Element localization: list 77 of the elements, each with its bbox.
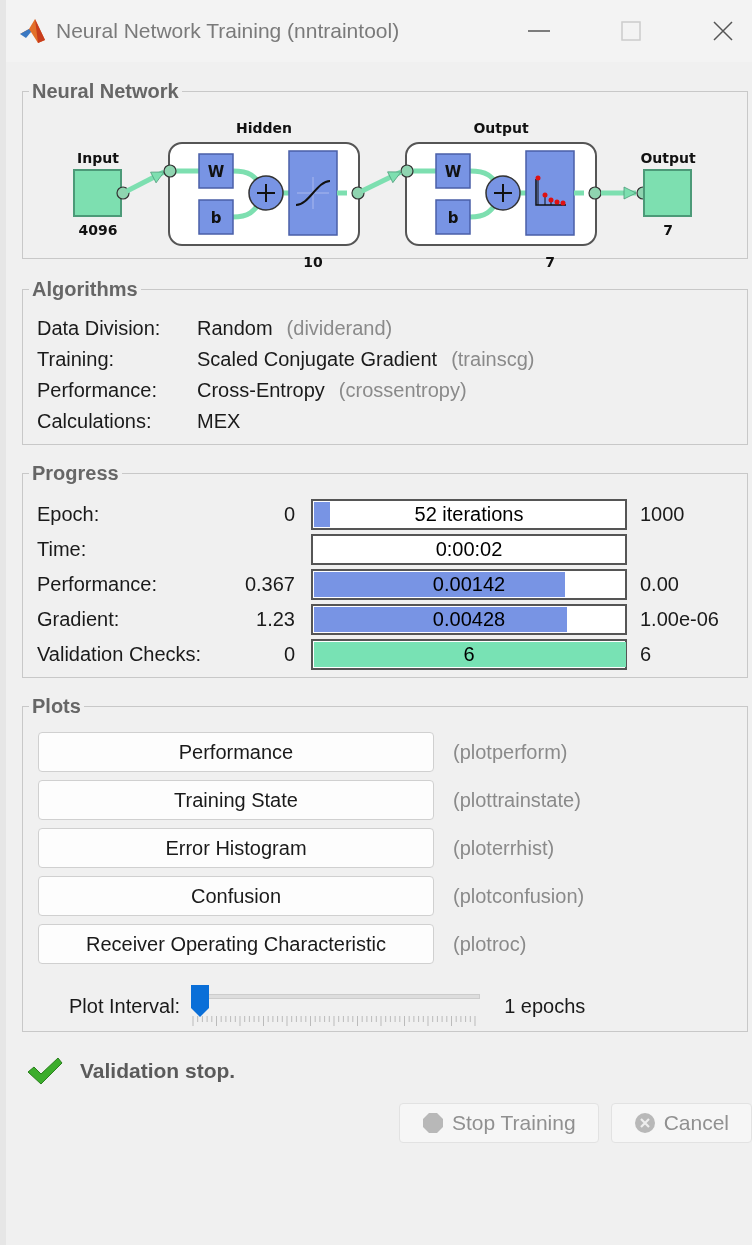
connector-node — [116, 186, 130, 200]
panel-title: Progress — [31, 462, 120, 485]
panel-title: Plots — [31, 695, 82, 718]
connector-node — [351, 186, 365, 200]
connector-node — [400, 164, 414, 178]
connector-node — [163, 164, 177, 178]
end-value: 1.00e-06 — [639, 608, 720, 631]
layer-size: 7 — [545, 254, 555, 270]
weight-block: W — [198, 153, 234, 189]
plot-interval-label: Plot Interval: — [69, 994, 181, 1018]
plot-button[interactable]: Training State — [38, 780, 434, 820]
maximize-icon — [620, 20, 642, 42]
progress-value: 6 — [463, 643, 475, 666]
plot-button[interactable]: Confusion — [38, 876, 434, 916]
progress-value: 52 iterations — [414, 503, 524, 526]
algorithm-value: MEX — [197, 410, 241, 433]
weight-block: W — [435, 153, 471, 189]
algorithm-label: Performance: — [37, 379, 159, 402]
start-value: 0 — [282, 643, 296, 666]
connector-arrow — [125, 169, 166, 194]
sum-node-icon — [248, 175, 284, 211]
close-icon — [712, 20, 734, 42]
layer-title: Output — [473, 120, 529, 136]
cancel-icon — [633, 1112, 656, 1134]
progress-label: Time: — [37, 538, 88, 561]
function-name: (crossentropy) — [338, 379, 467, 402]
slider-thumb[interactable] — [190, 984, 211, 1018]
progress-value: 0.00142 — [432, 573, 506, 596]
layer-size: 10 — [303, 254, 323, 270]
bias-block: b — [435, 199, 471, 235]
function-name: (trainscg) — [451, 348, 535, 371]
interval-slider[interactable] — [190, 984, 481, 1028]
node-label: Input — [77, 150, 119, 166]
algorithm-label: Calculations: — [37, 410, 153, 433]
minimize-icon — [528, 30, 550, 32]
algorithm-value: Cross-Entropy — [197, 379, 325, 402]
algorithm-value: Random — [197, 317, 273, 340]
start-value: 1.23 — [255, 608, 296, 631]
function-name: (plotperform) — [453, 740, 569, 764]
algorithm-value: Scaled Conjugate Gradient — [197, 348, 438, 371]
node-label: Output — [640, 150, 696, 166]
function-name: (plotroc) — [453, 932, 528, 956]
function-name: (plottrainstate) — [453, 788, 582, 812]
layer-title: Hidden — [236, 120, 292, 136]
end-value: 0.00 — [639, 573, 680, 596]
node-size: 4096 — [78, 222, 118, 238]
end-value: 1000 — [639, 503, 686, 526]
start-value: 0 — [282, 503, 296, 526]
connector-node — [588, 186, 602, 200]
interval-reading: 1 epochs — [504, 994, 586, 1018]
start-value: 0.367 — [243, 573, 296, 596]
window-title: Neural Network Training (nntraintool) — [56, 19, 401, 43]
function-name: (plotconfusion) — [453, 884, 586, 908]
panel-title: Neural Network — [31, 80, 180, 103]
connector-arrow — [360, 169, 403, 194]
panel-title: Algorithms — [31, 278, 139, 301]
stop-sign-icon — [421, 1112, 444, 1134]
progress-label: Epoch: — [37, 503, 101, 526]
progress-value: 0.00428 — [432, 608, 506, 631]
progress-label: Validation Checks: — [37, 643, 203, 666]
io-node — [73, 169, 122, 217]
plot-button[interactable]: Performance — [38, 732, 434, 772]
plot-button[interactable]: Receiver Operating Characteristic — [38, 924, 434, 964]
function-name: (ploterrhist) — [453, 836, 556, 860]
progress-label: Gradient: — [37, 608, 121, 631]
end-value: 6 — [639, 643, 653, 666]
sum-node-icon — [485, 175, 521, 211]
node-size: 7 — [663, 222, 673, 238]
connector-arrow — [601, 186, 637, 200]
status-message: Validation stop. — [80, 1059, 236, 1083]
bias-block: b — [198, 199, 234, 235]
function-name: (dividerand) — [286, 317, 393, 340]
algorithm-label: Training: — [37, 348, 116, 371]
progress-label: Performance: — [37, 573, 159, 596]
algorithm-label: Data Division: — [37, 317, 162, 340]
io-node — [643, 169, 692, 217]
plot-button[interactable]: Error Histogram — [38, 828, 434, 868]
